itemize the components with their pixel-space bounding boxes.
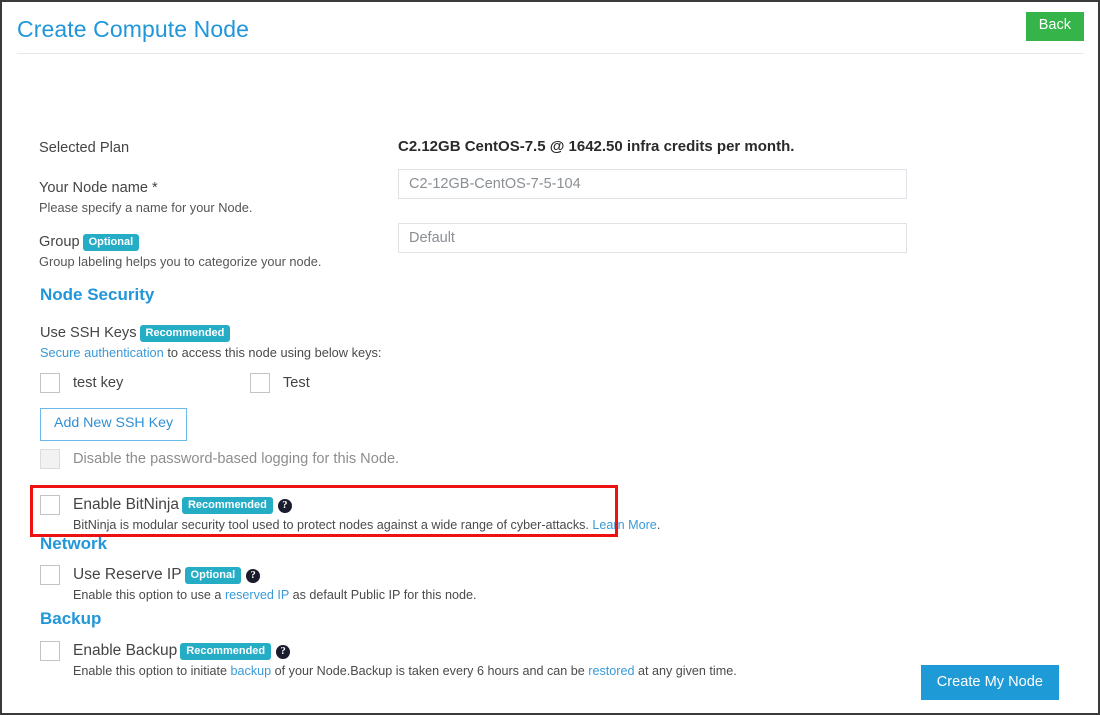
section-heading-node-security: Node Security	[40, 285, 155, 304]
use-reserve-ip-text-group: Use Reserve IP Optional? Enable this opti…	[73, 565, 477, 603]
reserve-ip-description: Enable this option to use a reserved IP …	[73, 587, 477, 603]
group-optional-badge: Optional	[82, 234, 140, 252]
enable-backup-label-wrap: Enable Backup Recommended?	[73, 642, 291, 661]
ssh-key-item-1[interactable]: Test	[250, 373, 310, 393]
node-name-field-col	[398, 169, 907, 199]
bitninja-description-text: BitNinja is modular security tool used t…	[73, 518, 593, 532]
node-name-label: Your Node name *	[39, 180, 158, 196]
question-circle-icon-reserve-ip[interactable]: ?	[246, 569, 261, 583]
question-circle-icon-bitninja[interactable]: ?	[277, 499, 292, 513]
backup-description: Enable this option to initiate backup of…	[73, 663, 737, 679]
use-reserve-ip-row: Use Reserve IP Optional? Enable this opti…	[40, 565, 477, 603]
group-label-wrap: Group Optional	[39, 232, 389, 252]
add-new-ssh-key-button[interactable]: Add New SSH Key	[40, 408, 188, 441]
bitninja-description: BitNinja is modular security tool used t…	[73, 517, 660, 533]
use-reserve-ip-label-wrap: Use Reserve IP Optional?	[73, 566, 261, 585]
section-heading-backup: Backup	[40, 609, 102, 628]
enable-bitninja-label: Enable BitNinja	[73, 496, 179, 513]
ssh-description: Secure authentication to access this nod…	[40, 344, 381, 362]
ssh-key-checkbox-0[interactable]	[40, 373, 60, 393]
selected-plan-label-col: Selected Plan	[39, 138, 389, 158]
enable-backup-checkbox[interactable]	[40, 641, 60, 661]
ssh-key-item-0[interactable]: test key	[40, 373, 123, 393]
bitninja-learn-more-link[interactable]: Learn More	[592, 518, 656, 532]
section-heading-network: Network	[40, 534, 108, 553]
page-header: Create Compute Node Back	[2, 2, 1098, 56]
backup-link[interactable]: backup	[231, 664, 272, 678]
group-label-col: Group Optional Group labeling helps you t…	[39, 232, 389, 271]
bitninja-recommended-badge: Recommended	[181, 497, 273, 515]
backup-desc-mid: of your Node.Backup is taken every 6 hou…	[271, 664, 589, 678]
question-circle-icon-backup[interactable]: ?	[276, 645, 291, 659]
use-reserve-ip-label: Use Reserve IP	[73, 566, 182, 583]
group-input[interactable]	[398, 223, 907, 253]
group-label: Group	[39, 234, 80, 250]
reserved-ip-link[interactable]: reserved IP	[225, 588, 289, 602]
ssh-key-checkbox-1[interactable]	[250, 373, 270, 393]
restored-link[interactable]: restored	[588, 664, 634, 678]
enable-bitninja-label-wrap: Enable BitNinja Recommended?	[73, 496, 292, 515]
selected-plan-label: Selected Plan	[39, 140, 130, 156]
backup-recommended-badge: Recommended	[180, 643, 272, 661]
use-ssh-keys-block: Use SSH Keys Recommended Secure authentic…	[40, 323, 381, 362]
selected-plan-value-col: C2.12GB CentOS-7.5 @ 1642.50 infra credi…	[398, 138, 907, 155]
node-name-label-col: Your Node name * Please specify a name f…	[39, 178, 389, 217]
header-divider	[17, 53, 1084, 54]
reserve-ip-desc-start: Enable this option to use a	[73, 588, 225, 602]
ssh-recommended-badge: Recommended	[139, 325, 231, 343]
node-name-help-text: Please specify a name for your Node.	[39, 200, 253, 215]
enable-backup-label: Enable Backup	[73, 642, 178, 659]
ssh-description-rest: to access this node using below keys:	[163, 345, 382, 360]
disable-password-logging-row: Disable the password-based logging for t…	[40, 449, 399, 469]
back-button[interactable]: Back	[1025, 12, 1084, 41]
bitninja-description-end: .	[656, 518, 661, 532]
group-field-col	[398, 223, 907, 253]
reserve-ip-optional-badge: Optional	[184, 567, 242, 585]
backup-desc-end: at any given time.	[634, 664, 737, 678]
enable-bitninja-row: Enable BitNinja Recommended? BitNinja is …	[40, 495, 660, 533]
enable-backup-row: Enable Backup Recommended? Enable this op…	[40, 641, 737, 679]
backup-desc-start: Enable this option to initiate	[73, 664, 231, 678]
use-ssh-keys-label: Use SSH Keys	[40, 325, 137, 341]
node-name-input[interactable]	[398, 169, 907, 199]
use-reserve-ip-checkbox[interactable]	[40, 565, 60, 585]
selected-plan-value: C2.12GB CentOS-7.5 @ 1642.50 infra credi…	[398, 138, 795, 155]
use-ssh-keys-label-wrap: Use SSH Keys Recommended	[40, 323, 381, 343]
disable-password-logging-label: Disable the password-based logging for t…	[73, 451, 400, 467]
secure-authentication-link[interactable]: Secure authentication	[40, 345, 164, 360]
page-title: Create Compute Node	[17, 16, 250, 42]
reserve-ip-desc-end: as default Public IP for this node.	[289, 588, 477, 602]
enable-backup-text-group: Enable Backup Recommended? Enable this op…	[73, 641, 737, 679]
ssh-key-label-1: Test	[283, 375, 310, 391]
enable-bitninja-checkbox[interactable]	[40, 495, 60, 515]
disable-password-logging-checkbox	[40, 449, 60, 469]
create-compute-node-page: Create Compute Node Back Selected Plan C…	[0, 0, 1100, 715]
ssh-key-label-0: test key	[73, 375, 124, 391]
group-help-text: Group labeling helps you to categorize y…	[39, 254, 322, 269]
create-my-node-button[interactable]: Create My Node	[920, 665, 1059, 701]
enable-bitninja-text-group: Enable BitNinja Recommended? BitNinja is …	[73, 495, 660, 533]
